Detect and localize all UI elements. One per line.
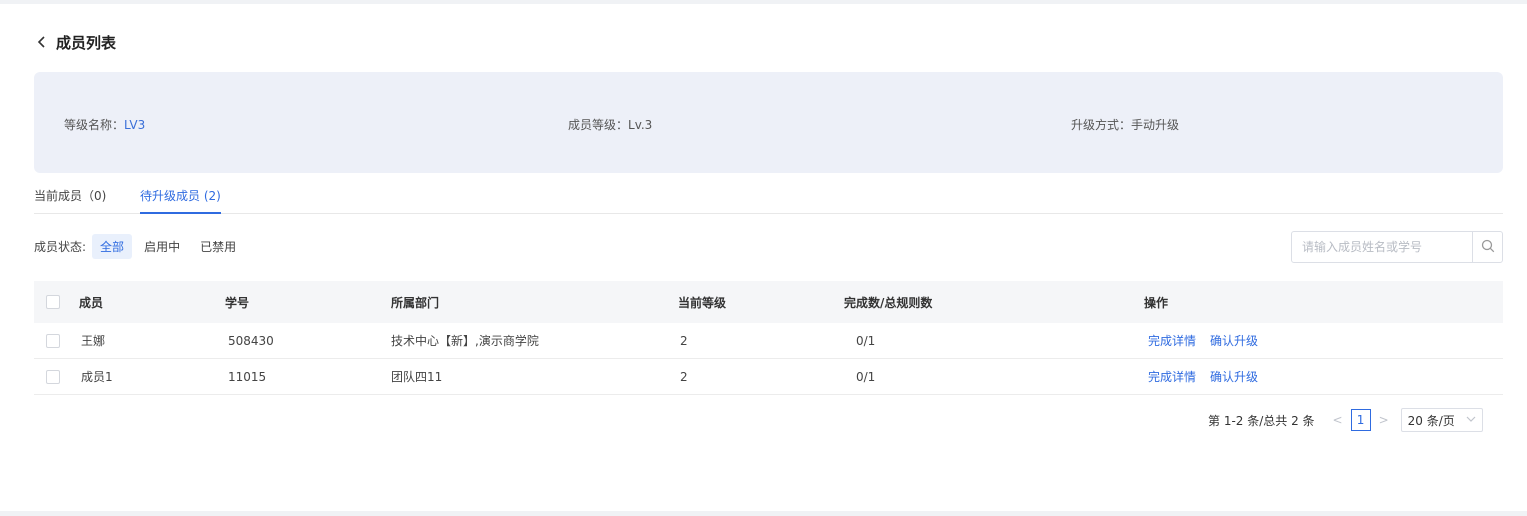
- filter-label: 成员状态:: [34, 239, 87, 254]
- upgrade-method-value: 手动升级: [1131, 118, 1180, 132]
- upgrade-method-info: 升级方式：手动升级: [1071, 116, 1179, 133]
- select-all-checkbox[interactable]: [46, 295, 60, 309]
- level-info-box: 等级名称：LV3 成员等级：Lv.3 升级方式：手动升级: [34, 72, 1503, 173]
- page-number-button[interactable]: 1: [1350, 409, 1371, 431]
- student-id: 508430: [228, 333, 274, 348]
- table-row: 王娜 508430 技术中心【新】,演示商学院 2 0/1 完成详情 确认升级: [34, 323, 1503, 359]
- progress: 0/1: [856, 369, 876, 384]
- page-size-select[interactable]: 20 条/页: [1400, 408, 1483, 432]
- upgrade-method-label: 升级方式：: [1071, 118, 1132, 132]
- level-name-info: 等级名称：LV3: [64, 116, 145, 133]
- actions-cell: 完成详情 确认升级: [1148, 323, 1272, 358]
- department: 团队四11: [391, 370, 443, 384]
- tab-pending-upgrade[interactable]: 待升级成员 (2): [140, 187, 221, 214]
- select-all-cell: [46, 281, 60, 323]
- filter-option-enabled[interactable]: 启用中: [136, 234, 188, 259]
- column-header-student-id: 学号: [225, 295, 250, 310]
- search-icon: [1481, 239, 1495, 256]
- table-row: 成员1 11015 团队四11 2 0/1 完成详情 确认升级: [34, 359, 1503, 395]
- page-header[interactable]: 成员列表: [34, 30, 116, 54]
- pagination: 第 1-2 条/总共 2 条 < 1 > 20 条/页: [1208, 408, 1483, 432]
- prev-page-icon[interactable]: <: [1329, 413, 1347, 427]
- current-level: 2: [680, 333, 688, 348]
- department: 技术中心【新】,演示商学院: [391, 334, 539, 348]
- level-name-label: 等级名称：: [64, 118, 125, 132]
- row-select-cell: [46, 359, 60, 394]
- progress: 0/1: [856, 333, 876, 348]
- member-tabs: 当前成员（0) 待升级成员 (2): [34, 184, 1503, 214]
- page-title: 成员列表: [56, 33, 117, 52]
- status-filter: 成员状态: 全部 启用中 已禁用: [34, 233, 248, 259]
- column-header-progress: 完成数/总规则数: [844, 295, 933, 310]
- confirm-upgrade-link[interactable]: 确认升级: [1210, 332, 1258, 349]
- search-box: [1291, 231, 1503, 263]
- tab-current-members[interactable]: 当前成员（0): [34, 187, 106, 214]
- row-select-cell: [46, 323, 60, 358]
- actions-cell: 完成详情 确认升级: [1148, 359, 1272, 394]
- search-button[interactable]: [1472, 232, 1502, 262]
- member-level-value: Lv.3: [628, 118, 653, 132]
- row-checkbox[interactable]: [46, 369, 60, 384]
- column-header-department: 所属部门: [391, 295, 440, 310]
- pagination-summary: 第 1-2 条/总共 2 条: [1208, 413, 1315, 428]
- member-level-info: 成员等级：Lv.3: [568, 116, 652, 133]
- column-header-level: 当前等级: [678, 295, 727, 310]
- level-name-value: LV3: [124, 118, 146, 132]
- column-header-actions: 操作: [1144, 295, 1169, 310]
- confirm-upgrade-link[interactable]: 确认升级: [1210, 368, 1258, 385]
- completion-details-link[interactable]: 完成详情: [1148, 332, 1196, 349]
- column-header-member: 成员: [79, 295, 104, 310]
- current-level: 2: [680, 369, 688, 384]
- row-checkbox[interactable]: [46, 333, 60, 348]
- chevron-left-icon[interactable]: [34, 34, 50, 50]
- main-panel: 成员列表 等级名称：LV3 成员等级：Lv.3 升级方式：手动升级 当前成员（0…: [0, 4, 1527, 511]
- table-header: 成员 学号 所属部门 当前等级 完成数/总规则数 操作: [34, 281, 1503, 323]
- completion-details-link[interactable]: 完成详情: [1148, 368, 1196, 385]
- filter-option-all[interactable]: 全部: [92, 233, 133, 259]
- student-id: 11015: [228, 369, 267, 384]
- member-name: 成员1: [81, 370, 113, 384]
- page-size-value: 20 条/页: [1407, 413, 1455, 428]
- filter-option-disabled[interactable]: 已禁用: [192, 234, 244, 259]
- member-name: 王娜: [81, 334, 106, 348]
- next-page-icon[interactable]: >: [1375, 413, 1393, 427]
- chevron-down-icon: [1466, 413, 1476, 427]
- members-table: 成员 学号 所属部门 当前等级 完成数/总规则数 操作 王娜 508430 技术…: [34, 281, 1503, 395]
- search-input[interactable]: [1292, 232, 1472, 262]
- member-level-label: 成员等级：: [568, 118, 629, 132]
